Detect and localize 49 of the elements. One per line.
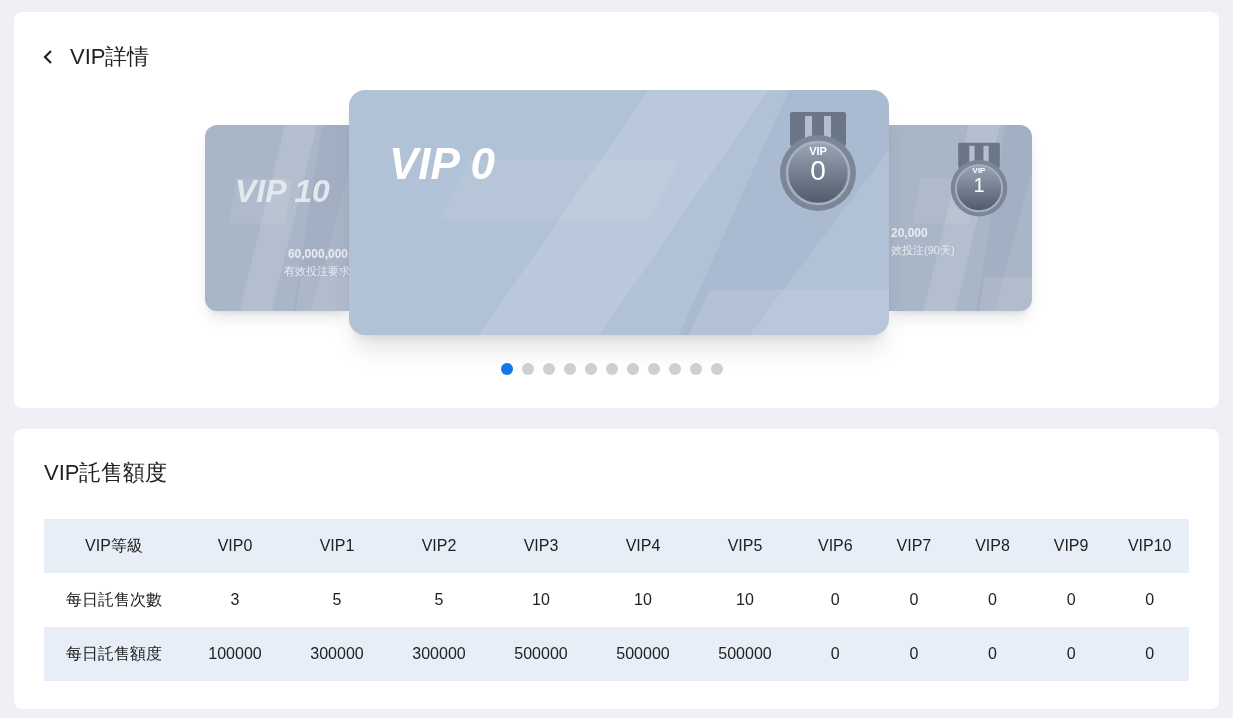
table-cell-text: 0 — [987, 644, 998, 664]
table-cell-text: 0 — [1065, 590, 1077, 610]
table-cell-text: 0 — [829, 644, 841, 664]
table-cell-text: 0 — [1065, 644, 1077, 664]
card-caption: 有效投注要求 — [283, 264, 349, 279]
column-header: VIP5 — [726, 536, 764, 556]
column-header: VIP0 — [216, 536, 254, 556]
table-cell-text: 300000 — [309, 644, 365, 664]
section-title: VIP託售額度 — [44, 459, 169, 487]
medal-icon — [779, 112, 857, 212]
medal-level: 1 — [973, 175, 985, 195]
vip-card[interactable]: VIP 0 VIP 0 — [349, 90, 889, 335]
table-cell-text: 每日託售額度 — [65, 644, 163, 664]
table-cell-text: 0 — [1144, 644, 1156, 664]
column-header: VIP9 — [1052, 536, 1090, 556]
table-cell-text: 10 — [531, 590, 551, 610]
table-cell-text: 5 — [331, 590, 343, 610]
page-title: VIP詳情 — [70, 43, 150, 71]
medal-label: VIP — [809, 146, 827, 157]
table-cell-text: 5 — [433, 590, 445, 610]
medal-label: VIP — [972, 167, 986, 175]
column-header: VIP6 — [816, 536, 854, 556]
table-cell-text: 0 — [829, 590, 841, 610]
column-header: VIP10 — [1126, 536, 1173, 556]
table-cell-text: 每日託售次數 — [65, 590, 163, 610]
table-cell-text: 0 — [908, 644, 920, 664]
column-header: VIP8 — [974, 536, 1011, 556]
table-cell-text: 10 — [633, 590, 653, 610]
card-amount: 60,000,000 — [286, 246, 349, 263]
table-cell-text: 10 — [735, 590, 755, 610]
table-cell-text: 500000 — [717, 644, 773, 664]
column-header: VIP1 — [318, 536, 356, 556]
column-header: VIP2 — [420, 536, 458, 556]
table-cell-text: 0 — [908, 590, 920, 610]
column-header: VIP等級 — [84, 536, 144, 556]
table-cell-text: 0 — [987, 590, 998, 610]
column-header: VIP4 — [624, 536, 662, 556]
table-cell-text: 100000 — [207, 644, 263, 664]
table-cell-text: 500000 — [615, 644, 671, 664]
table-cell-text: 300000 — [411, 644, 467, 664]
table-cell-text: 500000 — [513, 644, 569, 664]
medal-level: 0 — [810, 157, 826, 185]
column-header: VIP7 — [895, 536, 933, 556]
table-cell-text: 3 — [229, 590, 241, 610]
medal-icon — [950, 142, 1008, 218]
card-amount: 20,000 — [891, 225, 929, 242]
column-header: VIP3 — [522, 536, 560, 556]
card-title: VIP 0 — [389, 142, 495, 190]
table-cell-text: 0 — [1144, 590, 1156, 610]
